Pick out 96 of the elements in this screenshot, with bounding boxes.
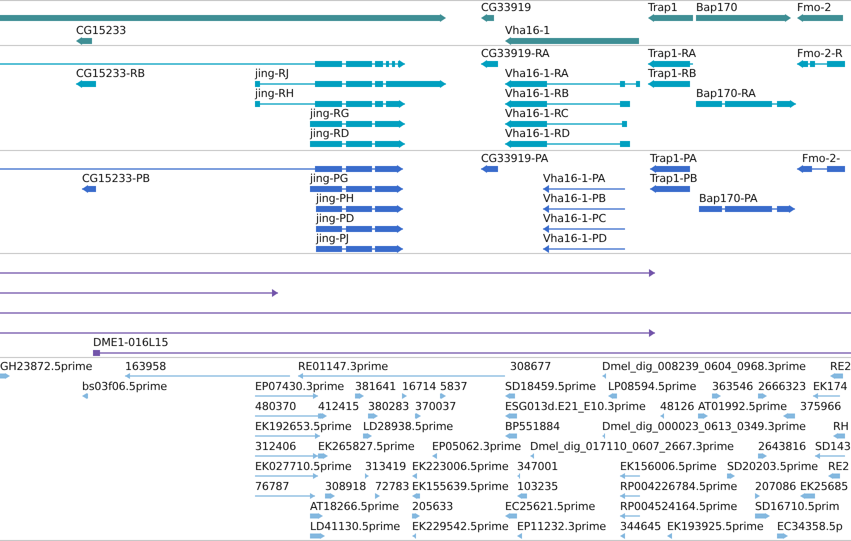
clone-label: DME1-016L15: [93, 337, 168, 349]
protein-label: jing-PD: [316, 213, 354, 225]
est-label: 76787: [255, 481, 290, 493]
est-label: EP11232.3prime: [517, 521, 606, 533]
est-label: SD20203.5prime: [727, 461, 818, 473]
est-label: 381641: [355, 381, 396, 393]
est-label: RP004524164.5prime: [620, 501, 738, 513]
est-label: EK156006.5prime: [620, 461, 716, 473]
est-label: EK229542.5prime: [412, 521, 508, 533]
est-label: ESG013d.E21_E10.3prime: [505, 401, 646, 413]
protein-label: CG15233-PB: [82, 173, 150, 185]
est-label: EK265827.5prime: [318, 441, 414, 453]
est-label: 308918: [325, 481, 366, 493]
protein-label: Vha16-1-PA: [543, 173, 606, 185]
protein-label: Vha16-1-PC: [543, 213, 606, 225]
est-label: Dmel_dig_000023_0613_0349.3prime: [602, 421, 806, 433]
est-label: SD16710.5prim: [755, 501, 840, 513]
est-label: 48126: [660, 401, 694, 413]
transcript-label: jing-RJ: [255, 68, 289, 80]
est-label: EK174: [813, 381, 848, 393]
est-label: 313419: [365, 461, 406, 473]
est-label: RE2: [828, 461, 850, 473]
est-label: RH: [833, 421, 849, 433]
est-label: 375966: [800, 401, 842, 413]
est-label: 312406: [255, 441, 296, 453]
transcript-label: Vha16-1-RC: [505, 108, 568, 120]
est-label: EK223006.5prime: [412, 461, 508, 473]
transcript-label: jing-RH: [255, 88, 294, 100]
gene-label: Fmo-2: [797, 2, 832, 14]
protein-label: Trap1-PA: [650, 153, 697, 165]
gene-label: CG15233: [76, 25, 126, 37]
est-label: 72783: [375, 481, 410, 493]
est-label: 412415: [318, 401, 360, 413]
gene-label: Vha16-1: [505, 25, 550, 37]
est-label: LP08594.5prime: [608, 381, 696, 393]
est-label: RE2: [830, 361, 851, 373]
est-label: EK193925.5prime: [667, 521, 764, 533]
transcript-label: Trap1-RA: [648, 48, 696, 60]
protein-label: Vha16-1-PB: [543, 193, 606, 205]
est-label: bs03f06.5prime: [82, 381, 168, 393]
est-label: 16714: [402, 381, 436, 393]
est-label: SD18459.5prime: [505, 381, 596, 393]
protein-label: jing-PG: [310, 173, 348, 185]
est-label: BP551884: [505, 421, 560, 433]
gene-label: Bap170: [696, 2, 738, 14]
est-label: 370037: [415, 401, 456, 413]
est-label: EP05062.3prime: [432, 441, 522, 453]
est-label: EC25621.5prime: [505, 501, 596, 513]
transcript-label: jing-RD: [310, 128, 350, 140]
est-label: 5837: [440, 381, 468, 393]
transcript-label: Vha16-1-RA: [505, 68, 568, 80]
est-label: RE01147.3prime: [298, 361, 388, 373]
est-label: Dmel_dig_017110_0607_2667.3prime: [530, 441, 734, 453]
est-label: 380283: [368, 401, 410, 413]
protein-label: jing-PJ: [316, 233, 349, 245]
est-label: 347001: [517, 461, 558, 473]
protein-label: CG33919-PA: [481, 153, 548, 165]
transcript-label: Vha16-1-RD: [505, 128, 570, 140]
transcript-label: Vha16-1-RB: [505, 88, 569, 100]
est-label: 2666323: [758, 381, 806, 393]
protein-label: jing-PH: [316, 193, 354, 205]
protein-label: Bap170-PA: [699, 193, 758, 205]
transcript-label: jing-RG: [310, 108, 350, 120]
transcript-label: CG15233-RB: [76, 68, 145, 80]
est-label: 363546: [712, 381, 754, 393]
transcript-label: Trap1-RB: [648, 68, 696, 80]
est-label: 103235: [517, 481, 558, 493]
est-label: EK027710.5prime: [255, 461, 352, 473]
protein-label: Fmo-2-: [802, 153, 840, 165]
est-label: GH23872.5prime: [0, 361, 92, 373]
est-label: EK192653.5prime: [255, 421, 352, 433]
est-label: EK155639.5prime: [412, 481, 508, 493]
transcript-label: Bap170-RA: [696, 88, 756, 100]
transcript-label: CG33919-RA: [481, 48, 550, 60]
est-label: Dmel_dig_008239_0604_0968.3prime: [602, 361, 806, 373]
est-label: 205633: [412, 501, 454, 513]
est-label: 163958: [125, 361, 166, 373]
est-label: EP07430.3prime: [255, 381, 344, 393]
gene-label: Trap1: [648, 2, 678, 14]
transcript-label: Fmo-2-R: [797, 48, 843, 60]
gene-label: CG33919: [481, 2, 532, 14]
est-label: AT01992.5prime: [698, 401, 787, 413]
est-label: RP004226784.5prime: [620, 481, 738, 493]
est-label: 480370: [255, 401, 296, 413]
est-label: 207086: [755, 481, 796, 493]
est-label: 2643816: [758, 441, 806, 453]
est-label: AT18266.5prime: [310, 501, 399, 513]
protein-label: Trap1-PB: [650, 173, 698, 185]
est-label: 344645: [620, 521, 662, 533]
est-label: EK25685: [800, 481, 848, 493]
est-label: 308677: [510, 361, 552, 373]
est-label: EC34358.5p: [777, 521, 843, 533]
est-label: LD41130.5prime: [310, 521, 400, 533]
est-label: LD28938.5prime: [363, 421, 454, 433]
est-label: SD143: [815, 441, 851, 453]
protein-label: Vha16-1-PD: [543, 233, 607, 245]
